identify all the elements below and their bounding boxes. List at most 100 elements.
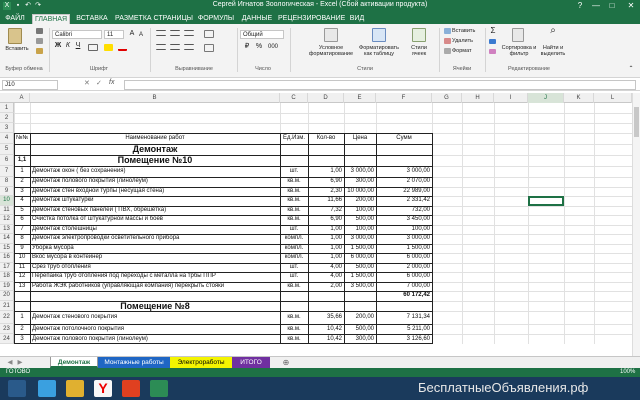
work-name[interactable]: Демонтаж столешницы [32, 225, 278, 235]
work-unit[interactable]: кв.м. [282, 215, 306, 225]
row-num[interactable]: 8 [16, 234, 28, 244]
row-header[interactable]: 6 [0, 155, 14, 166]
work-unit[interactable]: кв.м. [282, 324, 306, 334]
work-name[interactable]: Демонтаж окон ( без сохранения) [32, 166, 278, 177]
row-header[interactable]: 7 [0, 166, 14, 177]
row-header[interactable]: 9 [0, 186, 14, 196]
work-unit[interactable]: кв.м. [282, 206, 306, 216]
row-num[interactable]: 10 [16, 253, 28, 263]
format-table-button[interactable]: Форматировать как таблицу [358, 45, 400, 57]
wrap-text-icon[interactable] [204, 30, 214, 38]
work-unit[interactable]: кв.м. [282, 282, 306, 292]
insert-cells-icon[interactable] [444, 28, 451, 34]
row-header[interactable]: 14 [0, 234, 14, 244]
format-cells-icon[interactable] [444, 48, 451, 54]
row-header[interactable]: 16 [0, 253, 14, 263]
grow-font-icon[interactable]: A [128, 30, 136, 37]
work-sum[interactable]: 1 500,00 [378, 244, 430, 254]
sheet-tab-installation[interactable]: Монтажные работы [98, 357, 170, 368]
format-cells-button[interactable]: Формат [452, 48, 478, 54]
column-header-c[interactable]: C [280, 93, 308, 103]
work-unit[interactable]: кв.м. [282, 177, 306, 187]
fill-icon[interactable] [489, 39, 496, 44]
cut-icon[interactable] [36, 28, 43, 34]
column-header-d[interactable]: D [308, 93, 344, 103]
work-unit[interactable]: компл. [282, 244, 306, 254]
delete-cells-button[interactable]: Удалить [452, 38, 478, 44]
room-title[interactable]: Помещение №10 [32, 155, 278, 166]
work-name[interactable]: Демонтаж потолочного покрытия [32, 324, 278, 334]
work-price[interactable]: 1 500,00 [346, 244, 374, 254]
work-price[interactable]: 3 000,00 [346, 234, 374, 244]
close-icon[interactable]: ✕ [622, 0, 640, 12]
work-unit[interactable]: шт. [282, 166, 306, 177]
work-unit[interactable]: шт. [282, 225, 306, 235]
align-middle-icon[interactable] [170, 30, 180, 36]
work-sum[interactable]: 3 000,00 [378, 234, 430, 244]
insert-function-icon[interactable]: fx [109, 79, 114, 86]
header-price[interactable]: Цена [346, 133, 374, 144]
row-header[interactable]: 11 [0, 205, 14, 215]
formula-input[interactable] [124, 80, 636, 90]
italic-icon[interactable]: К [64, 42, 72, 49]
paste-icon[interactable] [8, 28, 22, 44]
work-price[interactable]: 10 000,00 [346, 187, 374, 197]
fill-color-icon[interactable] [104, 44, 113, 51]
column-header-a[interactable]: A [14, 93, 30, 103]
tab-home[interactable]: ГЛАВНАЯ [32, 14, 70, 24]
work-qty[interactable]: 1,00 [310, 253, 342, 263]
row-header[interactable]: 17 [0, 262, 14, 272]
column-header-k[interactable]: K [564, 93, 594, 103]
row-header[interactable]: 3 [0, 123, 14, 133]
tab-file[interactable]: ФАЙЛ [0, 14, 30, 24]
work-unit[interactable]: кв.м. [282, 187, 306, 197]
work-price[interactable]: 3 500,00 [346, 282, 374, 292]
copy-icon[interactable] [36, 38, 43, 44]
conditional-format-button[interactable]: Условное форматирование [306, 45, 356, 57]
row-header[interactable]: 20 [0, 291, 14, 301]
insert-cells-button[interactable]: Вставить [452, 28, 478, 34]
sheet-tab-total[interactable]: ИТОГО [232, 357, 270, 368]
work-name[interactable]: Перепайка труб отопления под переходы с … [32, 272, 278, 282]
zoom-level[interactable]: 100% [620, 368, 635, 377]
font-color-icon[interactable] [118, 44, 127, 51]
column-header-i[interactable]: I [494, 93, 528, 103]
explorer-icon[interactable] [66, 380, 84, 397]
selected-cell[interactable] [528, 196, 564, 206]
collapse-ribbon-icon[interactable]: ⌃ [626, 66, 636, 72]
tab-insert[interactable]: ВСТАВКА [74, 14, 110, 24]
row-num[interactable]: 9 [16, 244, 28, 254]
work-unit[interactable]: шт. [282, 272, 306, 282]
column-header-j[interactable]: J [528, 93, 564, 103]
work-name[interactable]: Срез труб отопления [32, 263, 278, 273]
row-num[interactable]: 3 [16, 187, 28, 197]
column-header-e[interactable]: E [344, 93, 376, 103]
ie-icon[interactable] [38, 380, 56, 397]
row-num[interactable]: 1 [16, 311, 28, 324]
align-left-icon[interactable] [156, 44, 166, 50]
tab-view[interactable]: ВИД [346, 14, 368, 24]
underline-icon[interactable]: Ч [74, 42, 82, 49]
row-header[interactable]: 5 [0, 144, 14, 155]
work-sum[interactable]: 3 450,00 [378, 215, 430, 225]
work-price[interactable]: 500,00 [346, 263, 374, 273]
sheet-tab-electrical[interactable]: Электроработы [170, 357, 232, 368]
row-header[interactable]: 2 [0, 113, 14, 123]
work-qty[interactable]: 1,00 [310, 234, 342, 244]
row-header[interactable]: 13 [0, 224, 14, 234]
work-name[interactable]: Очистка потолка от штукатурной массы и б… [32, 215, 278, 225]
align-bottom-icon[interactable] [184, 30, 194, 36]
work-price[interactable]: 1 500,00 [346, 272, 374, 282]
format-table-icon[interactable] [372, 28, 386, 42]
tab-formulas[interactable]: ФОРМУЛЫ [196, 14, 236, 24]
worksheet-grid[interactable]: ABCDEFGHIJKLM123456789101112131415161718… [0, 93, 632, 356]
format-painter-icon[interactable] [36, 48, 43, 54]
work-name[interactable]: Демонтаж стен входной турпы (несущая сте… [32, 187, 278, 197]
room-title[interactable]: Помещение №8 [32, 301, 278, 311]
font-size-combo[interactable]: 11 [104, 30, 124, 39]
yandex-icon[interactable]: Y [94, 380, 112, 397]
add-sheet-icon[interactable]: ⊕ [280, 357, 292, 368]
work-price[interactable]: 100,00 [346, 206, 374, 216]
work-sum[interactable]: 7 000,00 [378, 282, 430, 292]
work-price[interactable]: 6 000,00 [346, 253, 374, 263]
